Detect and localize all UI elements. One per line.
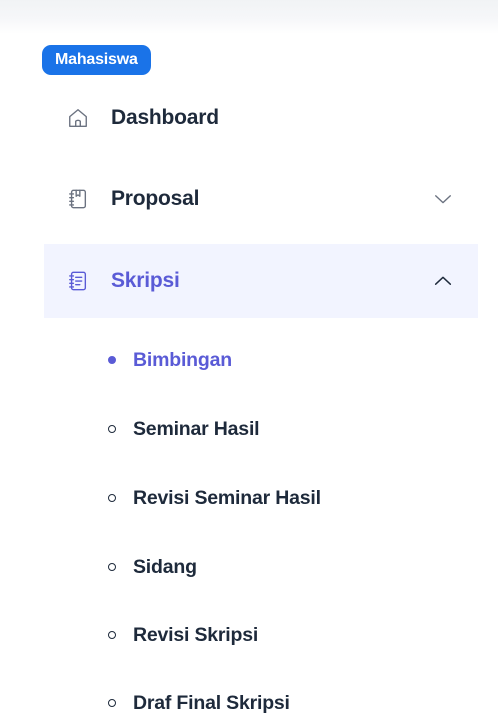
bullet-icon	[108, 631, 116, 639]
bullet-icon	[108, 563, 116, 571]
submenu-item-sidang[interactable]: Sidang	[108, 549, 197, 585]
submenu-item-revisi-seminar-hasil[interactable]: Revisi Seminar Hasil	[108, 480, 321, 516]
submenu-item-bimbingan[interactable]: Bimbingan	[108, 342, 232, 378]
submenu-item-label: Revisi Seminar Hasil	[133, 486, 321, 509]
submenu-item-label: Sidang	[133, 555, 197, 578]
home-icon	[66, 106, 90, 130]
sidebar: Mahasiswa Dashboard Proposal Skripsi Bim…	[0, 0, 498, 718]
submenu-item-seminar-hasil[interactable]: Seminar Hasil	[108, 411, 260, 447]
submenu-item-label: Bimbingan	[133, 348, 232, 371]
chevron-up-icon[interactable]	[430, 268, 456, 294]
submenu-item-label: Seminar Hasil	[133, 417, 260, 440]
sidebar-item-skripsi[interactable]: Skripsi	[44, 244, 478, 318]
submenu-item-label: Revisi Skripsi	[133, 623, 259, 646]
submenu-item-draf-final-skripsi[interactable]: Draf Final Skripsi	[108, 685, 290, 721]
sidebar-item-label: Proposal	[111, 187, 200, 210]
bullet-icon	[108, 356, 116, 364]
document-icon	[66, 269, 90, 293]
section-badge-mahasiswa: Mahasiswa	[42, 45, 151, 75]
book-icon	[66, 187, 90, 211]
bullet-icon	[108, 494, 116, 502]
sidebar-item-label: Dashboard	[111, 106, 219, 129]
sidebar-item-proposal[interactable]: Proposal	[44, 162, 478, 236]
chevron-down-icon[interactable]	[430, 186, 456, 212]
submenu-item-label: Draf Final Skripsi	[133, 691, 290, 714]
bullet-icon	[108, 425, 116, 433]
sidebar-item-dashboard[interactable]: Dashboard	[44, 81, 478, 155]
submenu-item-revisi-skripsi[interactable]: Revisi Skripsi	[108, 617, 258, 653]
sidebar-item-label: Skripsi	[111, 269, 180, 292]
bullet-icon	[108, 699, 116, 707]
